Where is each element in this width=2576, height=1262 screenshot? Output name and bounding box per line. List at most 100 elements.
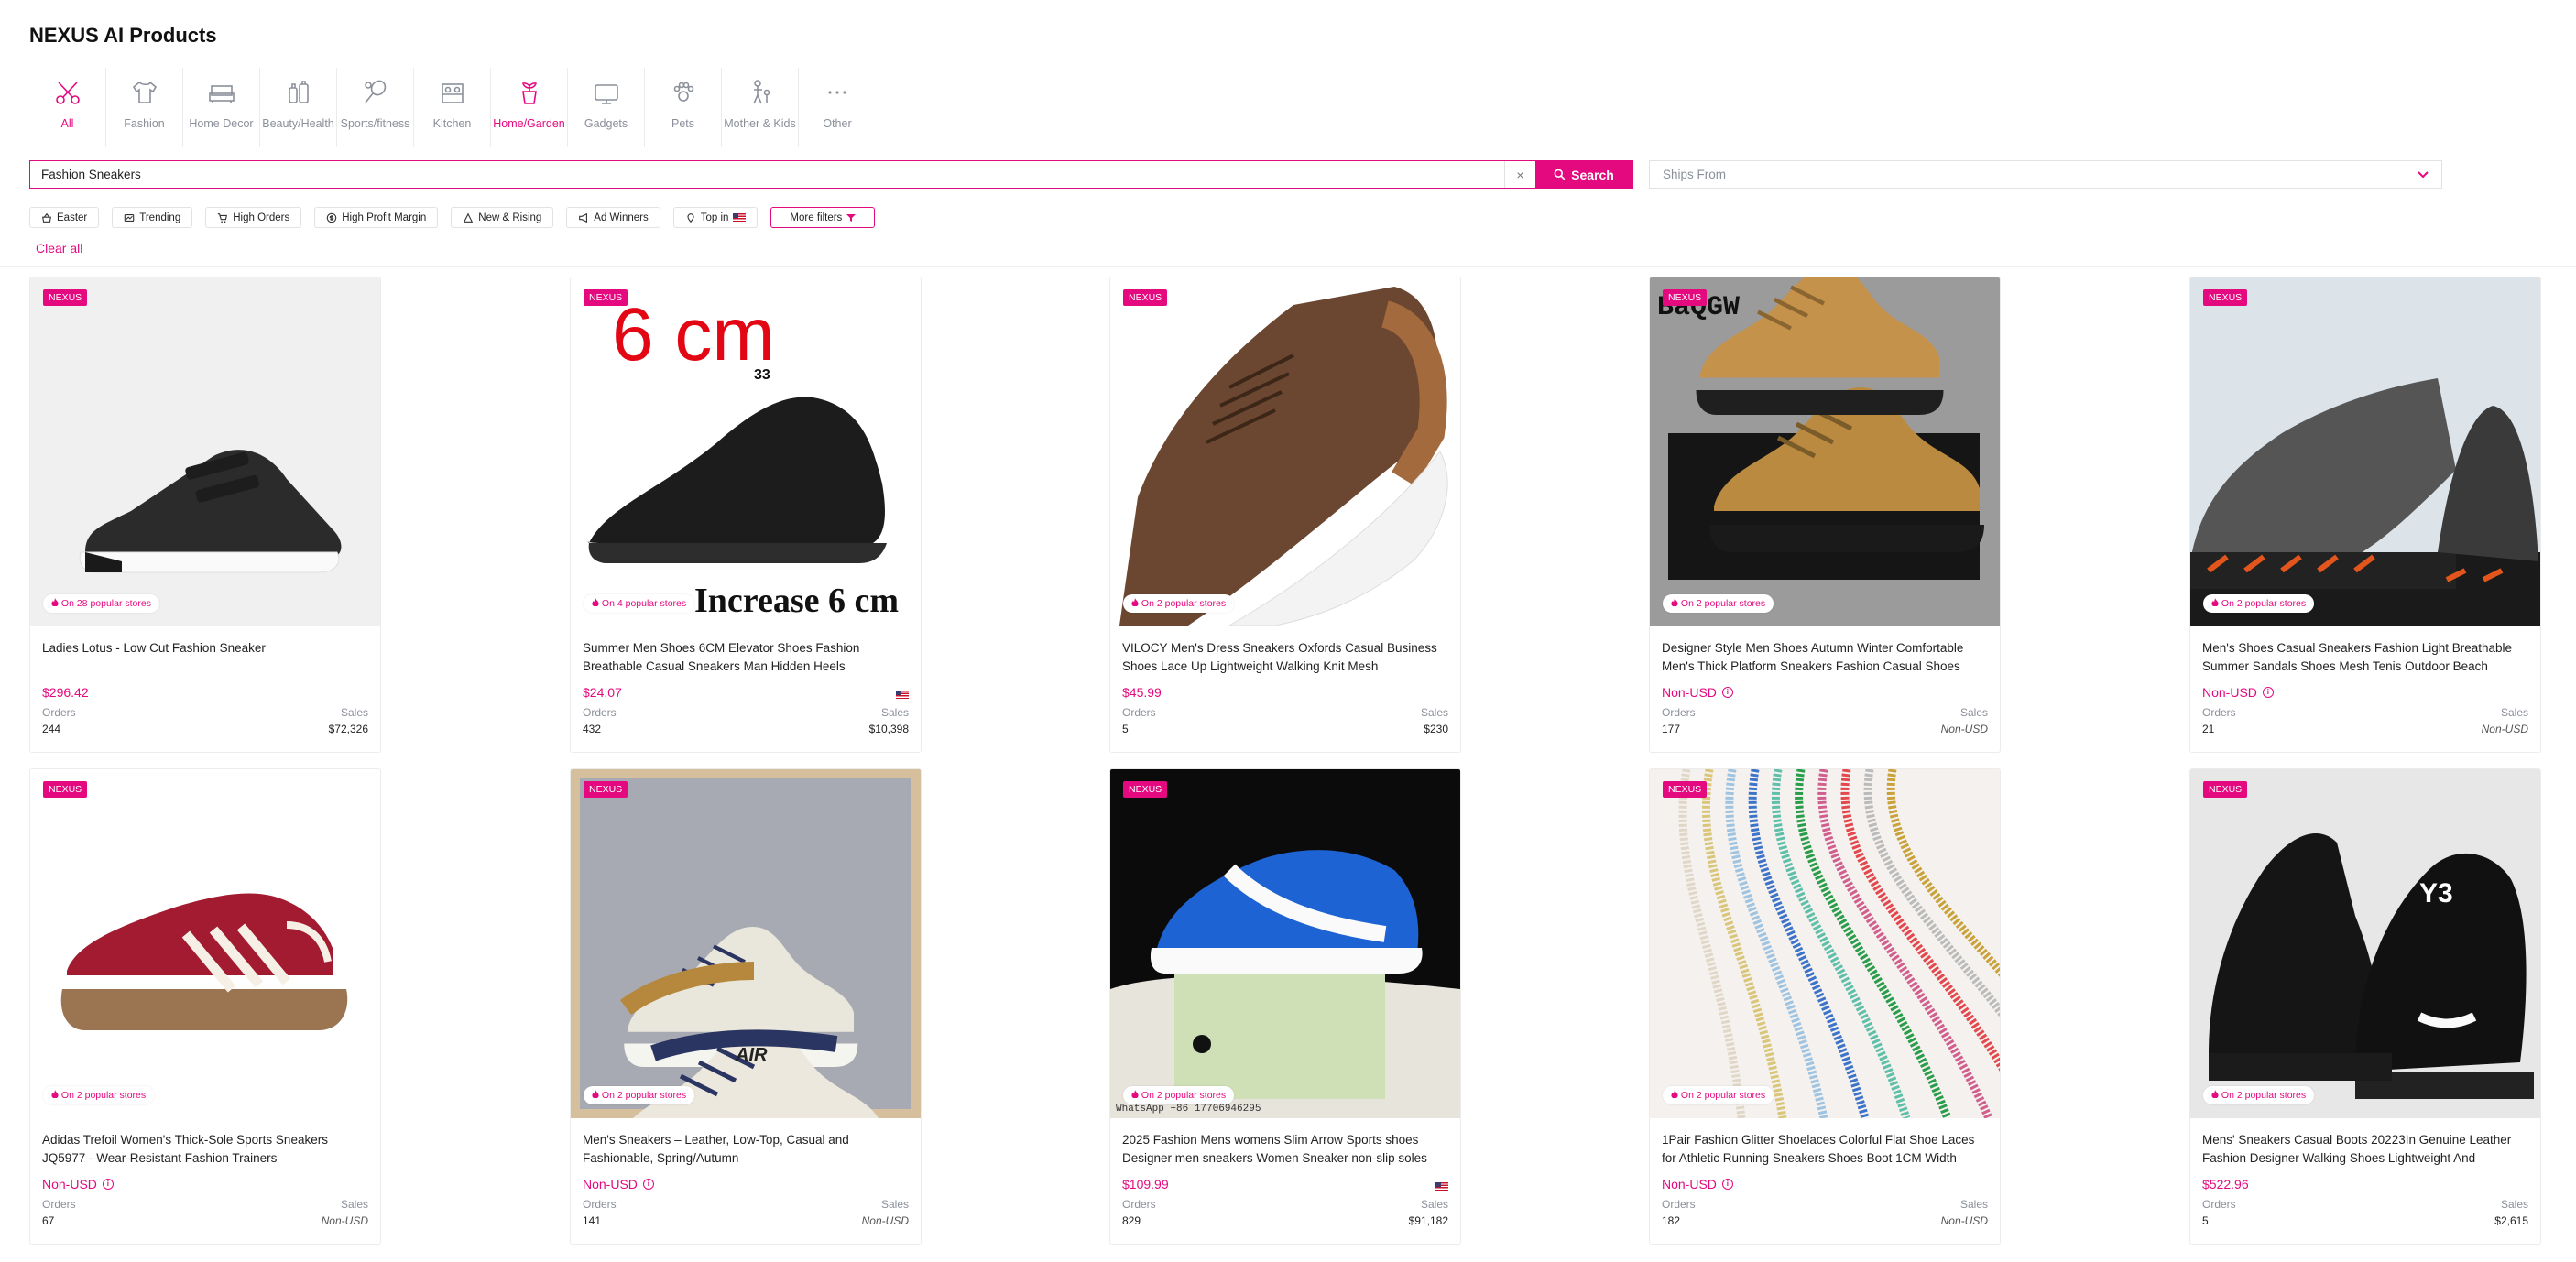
svg-text:33: 33 (754, 367, 770, 383)
nexus-badge: NEXUS (2203, 781, 2248, 798)
filter-chip-label: High Profit Margin (342, 212, 427, 223)
orders-label: Orders (583, 706, 617, 719)
info-icon[interactable]: i (2262, 687, 2274, 698)
product-image[interactable] (30, 277, 380, 626)
product-title[interactable]: Designer Style Men Shoes Autumn Winter C… (1662, 639, 1988, 676)
popular-stores-badge: On 2 popular stores (584, 1086, 695, 1104)
us-flag-icon (1435, 1182, 1448, 1191)
product-title[interactable]: Mens' Sneakers Casual Boots 20223In Genu… (2202, 1131, 2528, 1168)
category-label: Home Decor (189, 117, 254, 130)
category-fashion[interactable]: Fashion (106, 68, 183, 147)
product-card[interactable]: 6 cm 33 Increase 6 cm NEXUS On 4 popular… (570, 277, 922, 753)
product-image[interactable]: WhatsApp +86 17706946295 (1110, 769, 1460, 1118)
clear-search-button[interactable]: × (1504, 161, 1535, 188)
product-card[interactable]: NEXUS On 2 popular stores Adidas Trefoil… (29, 768, 381, 1245)
mother-child-icon (745, 77, 776, 108)
popular-stores-badge: On 2 popular stores (2203, 594, 2315, 613)
category-home-decor[interactable]: Home Decor (183, 68, 260, 147)
orders-value: 5 (2202, 1214, 2209, 1227)
category-pets[interactable]: Pets (645, 68, 722, 147)
product-title[interactable]: Men's Shoes Casual Sneakers Fashion Ligh… (2202, 639, 2528, 676)
product-card[interactable]: NEXUS On 2 popular stores Men's Shoes Ca… (2189, 277, 2541, 753)
flame-icon (51, 598, 59, 607)
sales-label: Sales (2500, 1198, 2528, 1211)
product-card[interactable]: NEXUS On 2 popular stores 1Pair Fashion … (1649, 768, 2001, 1245)
product-card[interactable]: AIR NEXUS On 2 popular stores Men's Snea… (570, 768, 922, 1245)
cart-icon (218, 212, 228, 223)
popular-stores-badge: On 2 popular stores (43, 1086, 155, 1104)
filter-chip-label: Trending (139, 212, 181, 223)
orders-label: Orders (2202, 706, 2236, 719)
product-title[interactable]: Men's Sneakers – Leather, Low-Top, Casua… (583, 1131, 909, 1168)
product-card[interactable]: BaQGW NEXUS On 2 popular stores Designer… (1649, 277, 2001, 753)
megaphone-icon (579, 212, 588, 223)
product-card[interactable]: Y3 NEXUS On 2 popular stores Mens' Sneak… (2189, 768, 2541, 1245)
product-card[interactable]: WhatsApp +86 17706946295 NEXUS On 2 popu… (1109, 768, 1461, 1245)
bottles-icon (283, 77, 314, 108)
filter-chip-easter[interactable]: Easter (29, 207, 100, 228)
category-kitchen[interactable]: Kitchen (414, 68, 491, 147)
category-all[interactable]: All (29, 68, 106, 147)
search-input[interactable] (30, 161, 1504, 188)
clear-all-link[interactable]: Clear all (36, 241, 82, 256)
nexus-badge: NEXUS (43, 289, 88, 306)
search-button[interactable]: Search (1535, 161, 1632, 188)
category-sports-fitness[interactable]: Sports/fitness (337, 68, 414, 147)
info-icon[interactable]: i (642, 1179, 654, 1190)
product-title[interactable]: VILOCY Men's Dress Sneakers Oxfords Casu… (1122, 639, 1448, 676)
info-icon[interactable]: i (1721, 687, 1733, 698)
product-image[interactable] (1110, 277, 1460, 626)
sales-value: $2,615 (2494, 1214, 2528, 1227)
category-home-garden[interactable]: Home/Garden (491, 68, 568, 147)
price-value: $109.99 (1122, 1177, 1169, 1191)
product-image[interactable] (2190, 277, 2540, 626)
flame-icon (1671, 598, 1678, 607)
filter-chips: Easter Trending High Orders High Profit Mar… (29, 207, 876, 228)
category-other[interactable]: Other (799, 68, 876, 147)
more-filters-button[interactable]: More filters (770, 207, 876, 228)
sales-value: $72,326 (328, 723, 368, 735)
product-image[interactable]: Y3 (2190, 769, 2540, 1118)
product-image[interactable]: AIR (571, 769, 921, 1118)
plant-pot-icon (514, 77, 545, 108)
search-bar: × Search (29, 160, 1633, 189)
product-title[interactable]: Summer Men Shoes 6CM Elevator Shoes Fash… (583, 639, 909, 676)
price-value: $522.96 (2202, 1177, 2249, 1191)
filter-chip-high-orders[interactable]: High Orders (205, 207, 302, 228)
product-title[interactable]: Ladies Lotus - Low Cut Fashion Sneaker (42, 639, 368, 658)
filter-chip-top-in[interactable]: Top in (672, 207, 759, 228)
price-value: Non-USD (583, 1177, 638, 1191)
filter-chip-ad-winners[interactable]: Ad Winners (566, 207, 660, 228)
ships-from-select[interactable]: Ships From (1649, 160, 2442, 189)
category-beauty-health[interactable]: Beauty/Health (260, 68, 337, 147)
category-mother-kids[interactable]: Mother & Kids (722, 68, 799, 147)
funnel-icon (846, 213, 857, 222)
orders-value: 21 (2202, 723, 2215, 735)
product-image[interactable] (30, 769, 380, 1118)
product-card[interactable]: NEXUS On 2 popular stores VILOCY Men's D… (1109, 277, 1461, 753)
filter-chip-trending[interactable]: Trending (112, 207, 193, 228)
product-price: $109.99 (1122, 1177, 1169, 1191)
flame-icon (2211, 598, 2219, 607)
info-icon[interactable]: i (1721, 1179, 1733, 1190)
nexus-badge: NEXUS (1123, 289, 1168, 306)
popular-stores-badge: On 2 popular stores (1123, 1086, 1235, 1104)
popular-stores-text: On 2 popular stores (2221, 1090, 2307, 1101)
flame-icon (1131, 1090, 1139, 1099)
filter-chip-new-rising[interactable]: New & Rising (451, 207, 554, 228)
product-image[interactable] (1650, 769, 2000, 1118)
filter-chip-high-profit-margin[interactable]: High Profit Margin (314, 207, 439, 228)
category-gadgets[interactable]: Gadgets (568, 68, 645, 147)
orders-value: 141 (583, 1214, 602, 1227)
orders-label: Orders (1662, 1198, 1696, 1211)
sales-label: Sales (340, 706, 368, 719)
product-title[interactable]: 1Pair Fashion Glitter Shoelaces Colorful… (1662, 1131, 1988, 1168)
product-image[interactable]: BaQGW (1650, 277, 2000, 626)
product-card[interactable]: NEXUS On 28 popular stores Ladies Lotus … (29, 277, 381, 753)
info-icon[interactable]: i (102, 1179, 114, 1190)
orders-value: 244 (42, 723, 61, 735)
sales-value: $10,398 (868, 723, 909, 735)
product-title[interactable]: 2025 Fashion Mens womens Slim Arrow Spor… (1122, 1131, 1448, 1168)
product-image[interactable]: 6 cm 33 Increase 6 cm (571, 277, 921, 626)
product-title[interactable]: Adidas Trefoil Women's Thick-Sole Sports… (42, 1131, 368, 1168)
